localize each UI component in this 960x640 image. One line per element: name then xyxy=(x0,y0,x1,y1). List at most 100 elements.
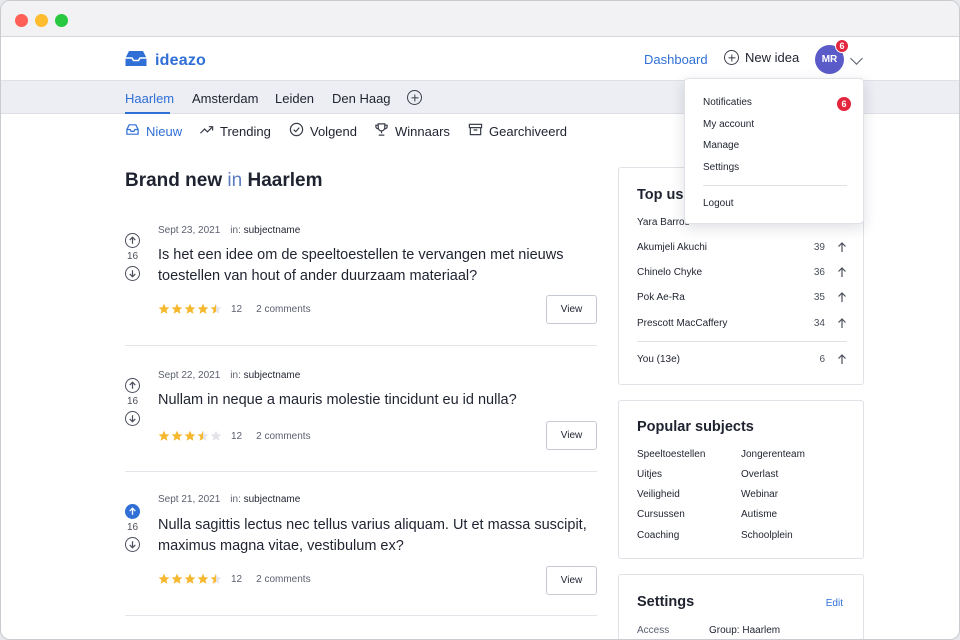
add-city-icon[interactable] xyxy=(407,90,422,105)
comments-link[interactable]: 2 comments xyxy=(256,431,310,442)
new-idea-button[interactable]: New idea xyxy=(724,50,799,65)
subject-link[interactable]: Veiligheid xyxy=(637,489,680,500)
star-rating[interactable] xyxy=(158,573,222,585)
downvote-icon[interactable] xyxy=(125,411,140,426)
post-title[interactable]: Is het een idee om de speeltoestellen te… xyxy=(158,245,588,287)
star-icon[interactable] xyxy=(184,430,196,442)
view-button[interactable]: View xyxy=(546,566,597,595)
page-title-in: in xyxy=(227,170,243,191)
current-user-row[interactable]: You (13e) 6 xyxy=(637,354,847,365)
star-icon[interactable] xyxy=(158,573,170,585)
dashboard-link[interactable]: Dashboard xyxy=(644,52,708,67)
comments-link[interactable]: 2 comments xyxy=(256,574,310,585)
subject-link[interactable]: Uitjes xyxy=(637,469,662,480)
close-window-button[interactable] xyxy=(15,14,28,27)
subject-link[interactable]: Autisme xyxy=(741,509,777,520)
post-title[interactable]: Nulla sagittis lectus nec tellus varius … xyxy=(158,515,588,557)
user-row[interactable]: Pok Ae-Ra 35 xyxy=(637,292,847,303)
post-subject[interactable]: subjectname xyxy=(244,494,301,505)
post-meta: Sept 23, 2021 in: subjectname xyxy=(158,225,300,236)
arrow-up-icon xyxy=(838,242,846,252)
filter-nieuw[interactable]: Nieuw xyxy=(125,122,182,140)
star-rating[interactable] xyxy=(158,430,222,442)
maximize-window-button[interactable] xyxy=(55,14,68,27)
user-row[interactable]: Prescott MacCaffery 34 xyxy=(637,318,847,329)
menu-item-settings[interactable]: Settings xyxy=(703,162,739,173)
post-subject[interactable]: subjectname xyxy=(244,225,301,236)
arrow-up-icon xyxy=(838,318,846,328)
filter-label: Nieuw xyxy=(146,123,183,139)
subject-link[interactable]: Schoolplein xyxy=(741,530,793,541)
tab-leiden[interactable]: Leiden xyxy=(275,91,314,106)
user-name: Pok Ae-Ra xyxy=(637,292,685,303)
user-name: Akumjeli Akuchi xyxy=(637,242,708,253)
filter-trending[interactable]: Trending xyxy=(199,122,271,140)
chevron-down-icon[interactable] xyxy=(850,52,863,65)
filter-label: Winnaars xyxy=(395,123,450,139)
comments-link[interactable]: 2 comments xyxy=(256,304,310,315)
arrow-up-icon xyxy=(838,292,846,302)
star-icon[interactable] xyxy=(184,303,196,315)
menu-item-my-account[interactable]: My account xyxy=(703,119,754,130)
account-dropdown: Notificaties 6 My account Manage Setting… xyxy=(684,78,864,224)
trophy-icon xyxy=(374,122,389,140)
star-icon[interactable] xyxy=(197,303,209,315)
star-icon[interactable] xyxy=(197,573,209,585)
star-icon[interactable] xyxy=(184,573,196,585)
user-score: 36 xyxy=(813,267,825,278)
subject-link[interactable]: Overlast xyxy=(741,469,778,480)
subject-link[interactable]: Coaching xyxy=(637,530,679,541)
star-icon[interactable] xyxy=(197,430,209,442)
filter-gearchiveerd[interactable]: Gearchiveerd xyxy=(468,122,567,140)
user-name: Chinelo Chyke xyxy=(637,267,703,278)
upvote-icon[interactable] xyxy=(125,378,140,393)
notification-count-badge: 6 xyxy=(837,97,851,111)
star-icon[interactable] xyxy=(210,573,222,585)
view-button[interactable]: View xyxy=(546,421,597,450)
vote-control: 16 xyxy=(125,504,140,552)
vote-control: 16 xyxy=(125,233,140,281)
post-meta: Sept 21, 2021 in: subjectname xyxy=(158,494,300,505)
post-divider xyxy=(125,615,597,616)
star-icon[interactable] xyxy=(171,303,183,315)
subject-link[interactable]: Webinar xyxy=(741,489,778,500)
tab-amsterdam[interactable]: Amsterdam xyxy=(192,91,258,106)
minimize-window-button[interactable] xyxy=(35,14,48,27)
page-title-prefix: Brand new xyxy=(125,170,223,191)
subject-link[interactable]: Cursussen xyxy=(637,509,685,520)
menu-item-logout[interactable]: Logout xyxy=(703,198,734,209)
star-rating[interactable] xyxy=(158,303,222,315)
star-icon[interactable] xyxy=(158,430,170,442)
window-titlebar xyxy=(1,1,959,37)
upvote-icon[interactable] xyxy=(125,233,140,248)
filter-volgend[interactable]: Volgend xyxy=(289,122,357,140)
filter-winnaars[interactable]: Winnaars xyxy=(374,122,450,140)
subject-link[interactable]: Jongerenteam xyxy=(741,449,805,460)
star-icon[interactable] xyxy=(171,430,183,442)
user-row[interactable]: Chinelo Chyke 36 xyxy=(637,267,847,278)
downvote-icon[interactable] xyxy=(125,266,140,281)
page-title-city: Haarlem xyxy=(247,170,323,191)
star-icon[interactable] xyxy=(158,303,170,315)
subject-link[interactable]: Speeltoestellen xyxy=(637,449,705,460)
star-icon[interactable] xyxy=(210,430,222,442)
arrow-up-icon xyxy=(838,354,846,364)
user-row[interactable]: Akumjeli Akuchi 39 xyxy=(637,242,847,253)
post-subject[interactable]: subjectname xyxy=(244,370,301,381)
menu-item-manage[interactable]: Manage xyxy=(703,140,739,151)
user-name: You (13e) xyxy=(637,354,680,365)
post-title[interactable]: Nullam in neque a mauris molestie tincid… xyxy=(158,390,588,411)
star-icon[interactable] xyxy=(210,303,222,315)
downvote-icon[interactable] xyxy=(125,537,140,552)
tab-den-haag[interactable]: Den Haag xyxy=(332,91,391,106)
star-icon[interactable] xyxy=(171,573,183,585)
post-date: Sept 21, 2021 xyxy=(158,494,221,505)
view-button[interactable]: View xyxy=(546,295,597,324)
rating-count: 12 xyxy=(231,303,243,315)
upvote-icon[interactable] xyxy=(125,504,140,519)
tab-haarlem[interactable]: Haarlem xyxy=(125,91,174,106)
menu-item-notificaties[interactable]: Notificaties xyxy=(703,97,752,108)
app-logo[interactable]: ideazo xyxy=(125,50,206,72)
plus-circle-icon xyxy=(724,50,739,65)
settings-edit-link[interactable]: Edit xyxy=(826,598,843,609)
